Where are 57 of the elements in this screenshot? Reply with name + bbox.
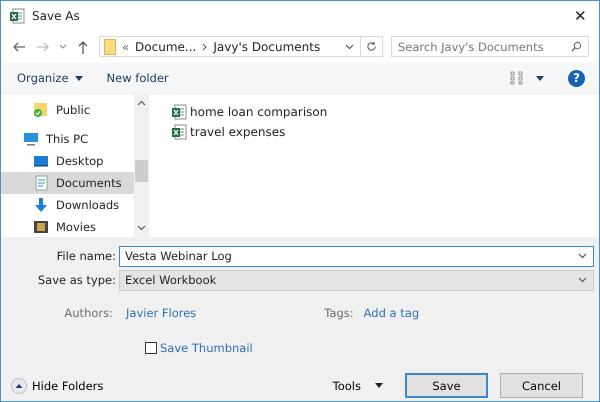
desktop-icon: [33, 153, 49, 169]
document-icon: [33, 175, 49, 191]
sidebar-item[interactable]: This PC: [1, 128, 134, 150]
file-item[interactable]: travel expenses: [171, 122, 599, 142]
authors-link[interactable]: Javier Flores: [126, 306, 196, 320]
film-icon: [33, 219, 49, 235]
file-name-label: File name:: [56, 249, 117, 263]
scroll-thumb[interactable]: [135, 160, 148, 182]
search-field[interactable]: Search Javy's Documents: [391, 36, 589, 57]
scroll-down-icon[interactable]: [137, 225, 146, 231]
sidebar-item[interactable]: Public: [1, 99, 134, 121]
tools-menu[interactable]: Tools: [332, 378, 383, 392]
chevron-down-icon: [578, 253, 587, 259]
caret-icon: [74, 76, 83, 80]
overflow-chevron[interactable]: «: [122, 40, 130, 54]
sidebar-item[interactable]: Downloads: [1, 194, 134, 216]
window-title: Save As: [32, 8, 81, 22]
sidebar-item[interactable]: Desktop: [1, 150, 134, 172]
search-icon: [571, 41, 582, 52]
caret-icon[interactable]: [536, 76, 544, 80]
cancel-button[interactable]: Cancel: [500, 373, 583, 398]
tags-label: Tags:: [324, 306, 355, 320]
down-arrow-icon: [33, 197, 49, 213]
save-thumbnail-label[interactable]: Save Thumbnail: [160, 341, 253, 355]
caret-icon: [375, 383, 383, 388]
new-folder-button[interactable]: New folder: [106, 71, 169, 85]
sidebar-item[interactable]: Movies: [1, 216, 134, 237]
chevron-down-icon[interactable]: [59, 44, 67, 50]
sidebar-item[interactable]: Documents: [1, 172, 134, 194]
scrollbar[interactable]: [134, 94, 149, 237]
checkbox[interactable]: [145, 342, 157, 354]
refresh-icon: [366, 41, 377, 52]
save-type-dropdown[interactable]: Excel Workbook: [119, 270, 594, 290]
collapse-icon: [11, 378, 27, 394]
help-button[interactable]: ?: [568, 70, 585, 86]
file-item[interactable]: home loan comparison: [171, 102, 599, 122]
authors-label: Authors:: [63, 306, 114, 320]
organize-menu[interactable]: Organize: [17, 71, 83, 85]
address-bar[interactable]: « Docume... Javy's Documents: [99, 36, 383, 57]
folder-icon: [104, 38, 116, 54]
breadcrumb-item[interactable]: Javy's Documents: [213, 40, 320, 54]
close-button[interactable]: ✕: [570, 6, 591, 24]
spreadsheet-app-icon: [9, 8, 25, 24]
spreadsheet-file-icon: [171, 104, 187, 120]
chevron-down-icon[interactable]: [345, 44, 354, 50]
chevron-right-icon: [202, 42, 208, 50]
chevron-down-icon: [578, 277, 587, 283]
spreadsheet-file-icon: [171, 124, 187, 140]
monitor-icon: [23, 131, 39, 147]
save-type-label: Save as type:: [36, 273, 117, 287]
folder-icon: [33, 102, 49, 118]
hide-folders-button[interactable]: Hide Folders: [11, 378, 104, 394]
save-button[interactable]: Save: [405, 373, 488, 398]
add-tag-link[interactable]: Add a tag: [364, 306, 420, 320]
file-name-field[interactable]: Vesta Webinar Log: [119, 246, 594, 266]
breadcrumb-item[interactable]: Docume...: [135, 40, 196, 54]
scroll-up-icon[interactable]: [137, 100, 146, 106]
